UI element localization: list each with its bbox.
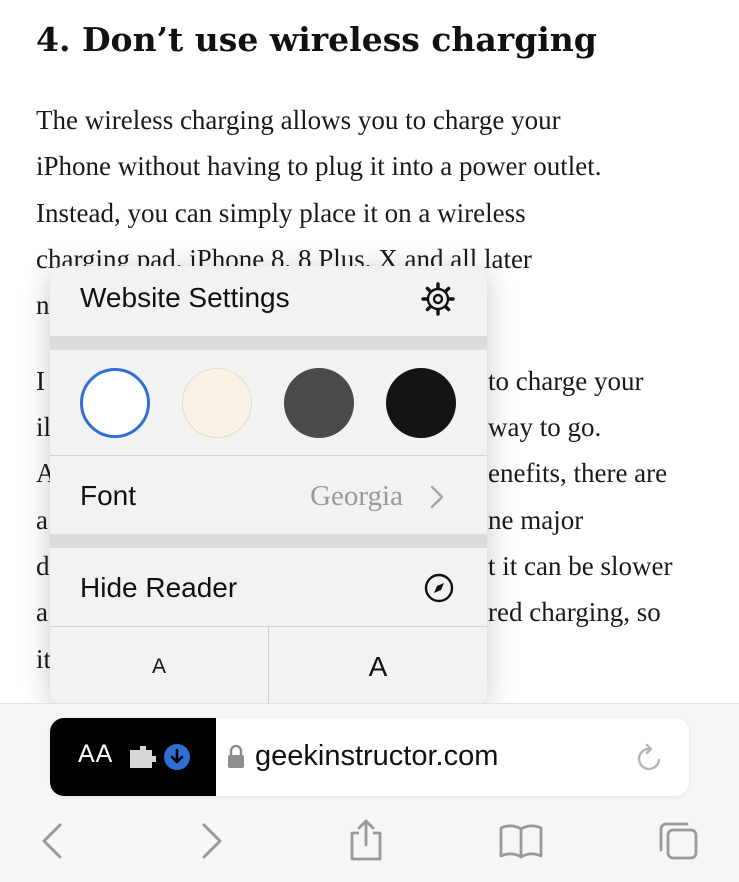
tabs-icon[interactable] [656, 820, 700, 862]
article-line: ne major [488, 505, 584, 535]
reader-aa-button[interactable]: AA [78, 740, 113, 769]
theme-white-swatch[interactable] [80, 368, 150, 438]
decrease-font-size-button[interactable]: A [50, 627, 268, 706]
lock-icon [228, 744, 244, 768]
font-label: Font [80, 480, 137, 511]
address-bar[interactable]: AA geekinstructor.com [50, 718, 689, 796]
gear-icon [421, 282, 455, 316]
url-text: geekinstructor.com [255, 740, 499, 772]
page-menu-button[interactable]: AA [50, 718, 216, 796]
theme-picker [50, 350, 487, 455]
font-value: Georgia [310, 480, 403, 512]
theme-gray-swatch[interactable] [284, 368, 354, 438]
back-icon[interactable] [40, 821, 64, 861]
browser-toolbar: AA geekinstructor.com [0, 703, 739, 882]
article-line: enefits, there are [488, 458, 668, 488]
website-settings-label: Website Settings [80, 282, 290, 313]
website-settings-row[interactable]: Website Settings [50, 266, 487, 336]
chevron-right-icon [430, 485, 444, 509]
article-line: d [36, 551, 50, 581]
bookmarks-icon[interactable] [498, 823, 544, 859]
hide-reader-button[interactable]: Hide Reader [50, 548, 487, 626]
article-line: I [36, 366, 45, 396]
article-heading: 4. Don’t use wireless charging [36, 20, 597, 59]
extension-icon [130, 746, 156, 768]
article-line: it [36, 644, 52, 674]
increase-font-size-button[interactable]: A [269, 627, 487, 706]
article-line: red charging, so [488, 597, 661, 627]
download-icon [164, 744, 190, 770]
font-size-controls: A A [50, 627, 487, 706]
theme-black-swatch[interactable] [386, 368, 456, 438]
theme-sepia-swatch[interactable] [182, 368, 252, 438]
article-line: iPhone without having to plug it into a … [36, 151, 602, 181]
article-line: way to go. [488, 412, 602, 442]
article-line: The wireless charging allows you to char… [36, 105, 561, 135]
article-line: Instead, you can simply place it on a wi… [36, 198, 526, 228]
compass-icon [424, 573, 454, 603]
forward-icon[interactable] [200, 821, 224, 861]
section-separator [50, 534, 487, 548]
reader-settings-popover: Website Settings Font Georgia Hide Reade… [50, 266, 487, 706]
font-row[interactable]: Font Georgia [50, 456, 487, 534]
hide-reader-label: Hide Reader [80, 572, 238, 603]
reload-icon[interactable] [635, 742, 665, 774]
article-line: il [36, 412, 52, 442]
article-line: n [36, 290, 50, 320]
article-line: a [36, 597, 48, 627]
article-line: t it can be slower [488, 551, 673, 581]
share-icon[interactable] [348, 817, 384, 863]
article-line: a [36, 505, 48, 535]
section-separator [50, 336, 487, 350]
article-line: to charge your [488, 366, 644, 396]
